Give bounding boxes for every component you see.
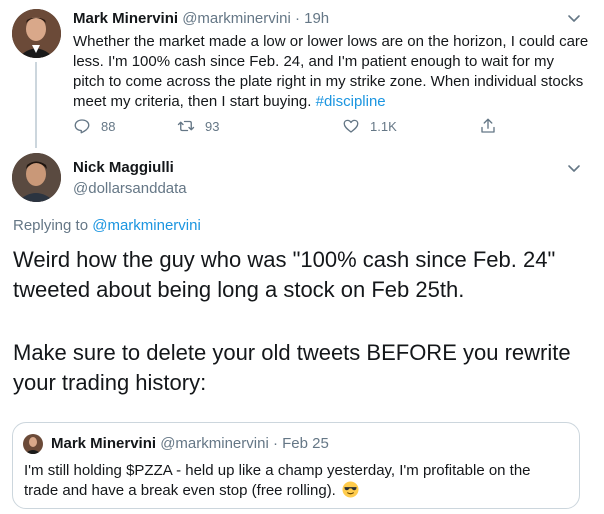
tweet-header: Mark Minervini @markminervini · 19h (73, 10, 329, 27)
author-handle[interactable]: @markminervini (182, 10, 291, 27)
tweet-text-paragraph: Make sure to delete your old tweets BEFO… (13, 340, 571, 395)
reply-button[interactable]: 88 (73, 117, 115, 135)
heart-icon (343, 119, 359, 133)
separator-dot: · (272, 435, 278, 452)
share-button[interactable] (479, 117, 507, 135)
sunglasses-emoji-icon (342, 481, 359, 498)
thread-line (35, 62, 37, 148)
avatar (23, 434, 43, 454)
replying-prefix: Replying to (13, 217, 89, 234)
author-name[interactable]: Mark Minervini (73, 10, 178, 27)
author-name[interactable]: Nick Maggiulli (73, 159, 174, 176)
reply-count: 88 (101, 118, 116, 134)
avatar[interactable] (12, 9, 61, 58)
reply-icon (74, 119, 90, 134)
quoted-tweet-header: Mark Minervini @markminervini · Feb 25 (51, 435, 329, 452)
quoted-tweet-text: I'm still holding $PZZA - held up like a… (24, 461, 564, 501)
mention-link[interactable]: @markminervini (92, 217, 201, 234)
quoted-tweet[interactable]: Mark Minervini @markminervini · Feb 25 I… (12, 422, 580, 509)
author-handle: @markminervini (160, 435, 269, 452)
author-name: Mark Minervini (51, 435, 157, 452)
timestamp: Feb 25 (282, 435, 329, 452)
hashtag-link[interactable]: #discipline (316, 93, 386, 110)
tweet-text-paragraph: Weird how the guy who was "100% cash sin… (13, 247, 556, 302)
separator-dot: · (294, 10, 300, 27)
retweet-button[interactable]: 93 (177, 117, 219, 135)
replying-to: Replying to @markminervini (13, 217, 201, 234)
share-icon (481, 118, 495, 133)
author-handle[interactable]: @dollarsanddata (73, 180, 187, 197)
chevron-down-icon[interactable] (566, 160, 582, 176)
quoted-tweet-body: I'm still holding $PZZA - held up like a… (24, 462, 531, 499)
like-count: 1.1K (370, 118, 397, 134)
retweet-count: 93 (205, 118, 220, 134)
timestamp[interactable]: 19h (304, 10, 329, 27)
tweet-text: Whether the market made a low or lower l… (73, 32, 589, 112)
avatar[interactable] (12, 153, 61, 202)
chevron-down-icon[interactable] (566, 10, 582, 26)
retweet-icon (177, 120, 195, 132)
like-button[interactable]: 1.1K (342, 117, 397, 135)
tweet-mark-minervini[interactable]: Mark Minervini @markminervini · 19h Whet… (0, 0, 604, 148)
tweet-actions: 88 93 1.1K (73, 117, 513, 137)
